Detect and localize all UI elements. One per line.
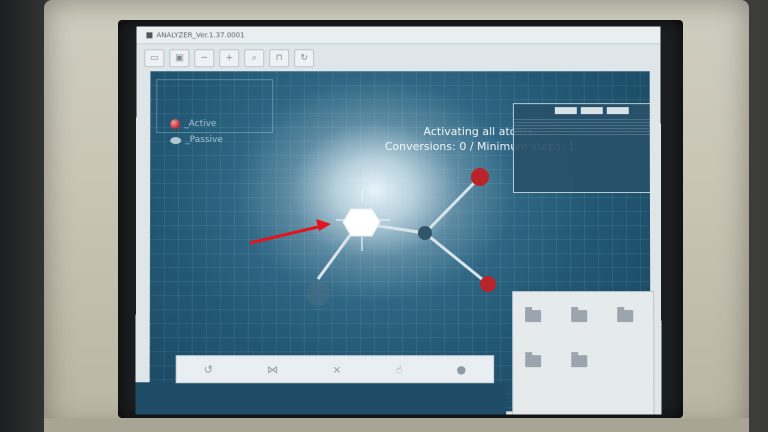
save-icon[interactable]: ▣: [169, 49, 190, 68]
minus-icon[interactable]: −: [194, 49, 215, 68]
bottom-graph-strip: [135, 382, 507, 415]
cursor-arrow-shaft: [249, 224, 323, 245]
table-tab[interactable]: [554, 107, 577, 115]
reset-icon[interactable]: ↻: [294, 49, 315, 68]
folder-icon[interactable]: [571, 355, 588, 368]
data-table-panel: [512, 103, 651, 194]
cursor-arrow-icon: [316, 219, 331, 231]
app-icon: [146, 31, 153, 38]
window-titlebar: ANALYZER_Ver.1.37.0001: [136, 26, 661, 45]
window-title: ANALYZER_Ver.1.37.0001: [156, 30, 245, 39]
active-atom-top[interactable]: [471, 168, 490, 187]
table-row: [513, 134, 651, 138]
active-atom-bottom[interactable]: [479, 275, 496, 292]
top-toolbar: ▭ ▣ − + ⌕ ⊓ ↻: [144, 48, 493, 68]
close-icon[interactable]: ×: [332, 363, 341, 376]
folder-icon[interactable]: [525, 310, 542, 323]
table-tabs: [514, 104, 651, 115]
passive-atom-faded[interactable]: [305, 281, 330, 306]
bottom-toolbar: ↺ ⋈ × ☝ ●: [175, 355, 495, 384]
table-tab[interactable]: [580, 107, 603, 115]
bond-line: [424, 231, 489, 286]
split-icon[interactable]: ⋈: [267, 363, 278, 376]
folder-icon[interactable]: [617, 310, 634, 323]
record-icon[interactable]: ●: [456, 363, 466, 376]
folder-icon[interactable]: [525, 355, 542, 368]
folder-icon[interactable]: ▭: [144, 49, 165, 68]
lock-icon[interactable]: ⊓: [269, 49, 290, 68]
data-table: [513, 117, 651, 138]
bond-line: [423, 178, 480, 235]
folder-icon[interactable]: [571, 310, 588, 323]
magnify-icon[interactable]: ⌕: [244, 49, 265, 68]
central-atom[interactable]: [417, 225, 432, 240]
crt-screen: ANALYZER_Ver.1.37.0001 ▭ ▣ − + ⌕ ⊓ ↻ _Ac…: [135, 26, 662, 415]
file-panel: [512, 291, 655, 415]
hand-icon[interactable]: ☝: [396, 363, 403, 376]
monitor-lower-bezel: [44, 418, 749, 432]
table-tab[interactable]: [606, 107, 629, 115]
rotate-icon[interactable]: ↺: [204, 363, 213, 376]
plus-icon[interactable]: +: [219, 49, 240, 68]
selected-atom-hexagon[interactable]: [342, 208, 381, 237]
